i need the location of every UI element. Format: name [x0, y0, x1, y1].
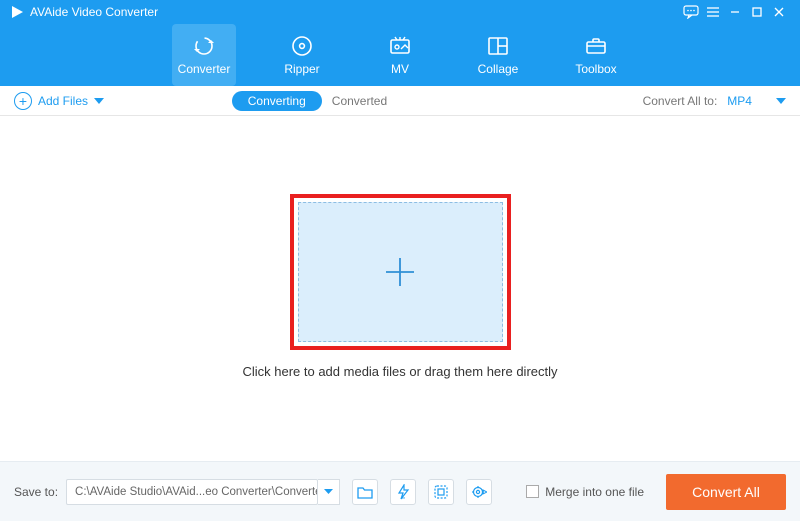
plus-circle-icon: + — [14, 92, 32, 110]
main-nav: Converter Ripper MV Collage Toolbox — [0, 24, 800, 86]
nav-toolbox[interactable]: Toolbox — [564, 24, 628, 86]
nav-label: Toolbox — [575, 62, 616, 76]
titlebar: AVAide Video Converter — [0, 0, 800, 24]
save-path-value: C:\AVAide Studio\AVAid...eo Converter\Co… — [75, 486, 318, 498]
nav-label: MV — [391, 62, 409, 76]
speed-icon — [433, 484, 449, 500]
maximize-button[interactable] — [746, 1, 768, 23]
main-area: Click here to add media files or drag th… — [0, 116, 800, 461]
add-files-button[interactable]: + Add Files — [14, 92, 104, 110]
nav-ripper[interactable]: Ripper — [270, 24, 334, 86]
dropzone[interactable] — [298, 202, 503, 342]
dropzone-highlight — [290, 194, 511, 350]
hardware-accel-button[interactable]: on — [390, 479, 416, 505]
convert-all-to: Convert All to: MP4 — [643, 94, 786, 108]
tab-converted[interactable]: Converted — [332, 94, 387, 108]
nav-label: Converter — [178, 62, 231, 76]
save-path-dropdown[interactable] — [318, 479, 340, 505]
play-icon — [10, 5, 24, 19]
nav-collage[interactable]: Collage — [466, 24, 530, 86]
chevron-down-icon — [776, 98, 786, 104]
lightning-icon: on — [396, 484, 410, 500]
nav-label: Collage — [478, 62, 519, 76]
menu-icon[interactable] — [702, 1, 724, 23]
mv-icon — [388, 34, 412, 58]
add-files-label: Add Files — [38, 94, 88, 108]
plus-icon — [378, 250, 422, 294]
converter-icon — [192, 34, 216, 58]
tab-converting[interactable]: Converting — [232, 91, 322, 111]
nav-mv[interactable]: MV — [368, 24, 432, 86]
app-logo: AVAide Video Converter — [10, 5, 158, 19]
toolbox-icon — [584, 34, 608, 58]
close-button[interactable] — [768, 1, 790, 23]
chevron-down-icon — [94, 98, 104, 104]
settings-button[interactable] — [466, 479, 492, 505]
format-select[interactable]: MP4 — [727, 94, 786, 108]
high-speed-button[interactable] — [428, 479, 454, 505]
svg-text:on: on — [401, 495, 405, 500]
feedback-icon[interactable] — [680, 1, 702, 23]
save-path-field[interactable]: C:\AVAide Studio\AVAid...eo Converter\Co… — [66, 479, 318, 505]
convert-all-button[interactable]: Convert All — [666, 474, 786, 510]
nav-converter[interactable]: Converter — [172, 24, 236, 86]
toolbar: + Add Files Converting Converted Convert… — [0, 86, 800, 116]
nav-label: Ripper — [284, 62, 319, 76]
merge-label: Merge into one file — [545, 485, 644, 499]
tab-group: Converting Converted — [232, 91, 387, 111]
gear-icon — [471, 484, 487, 500]
drop-caption: Click here to add media files or drag th… — [242, 364, 557, 379]
merge-checkbox[interactable]: Merge into one file — [526, 485, 644, 499]
format-value: MP4 — [727, 94, 752, 108]
open-folder-button[interactable] — [352, 479, 378, 505]
app-title: AVAide Video Converter — [30, 5, 158, 19]
checkbox-icon — [526, 485, 539, 498]
convert-all-to-label: Convert All to: — [643, 94, 718, 108]
folder-icon — [357, 485, 373, 499]
minimize-button[interactable] — [724, 1, 746, 23]
save-to-label: Save to: — [14, 485, 58, 499]
footer: Save to: C:\AVAide Studio\AVAid...eo Con… — [0, 461, 800, 521]
collage-icon — [486, 34, 510, 58]
ripper-icon — [290, 34, 314, 58]
